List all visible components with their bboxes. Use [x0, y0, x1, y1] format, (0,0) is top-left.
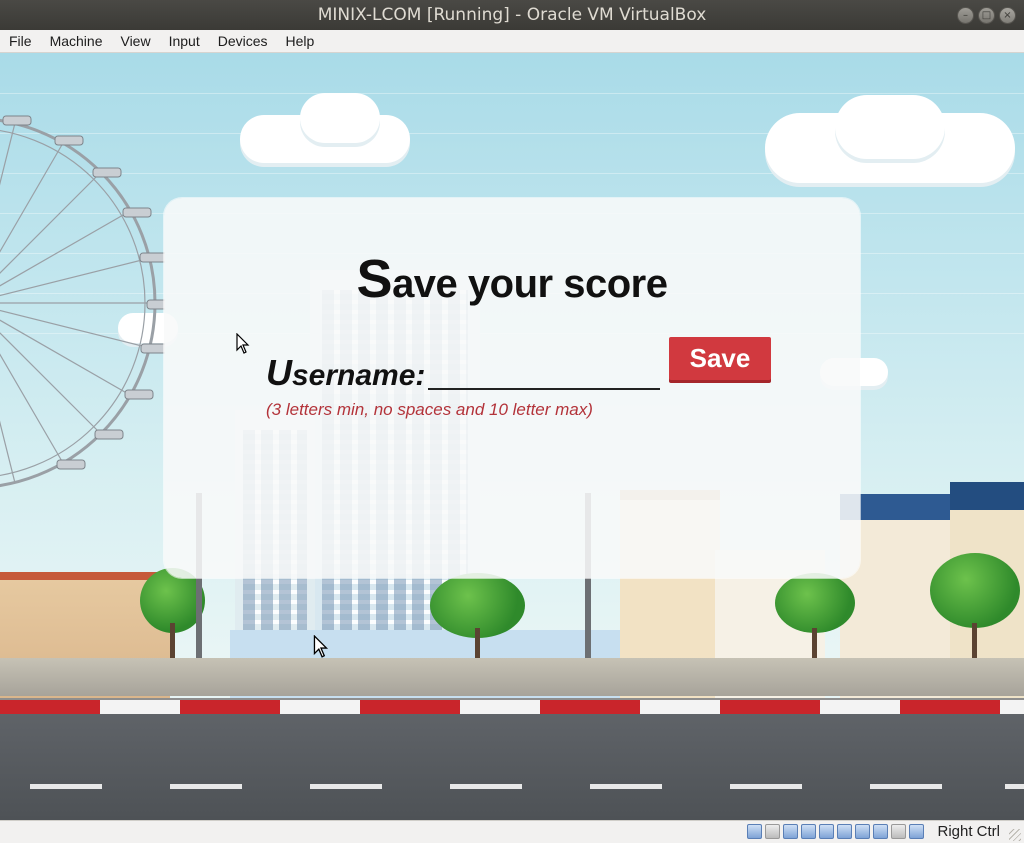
menu-devices[interactable]: Devices: [209, 30, 277, 52]
lane-marking: [730, 784, 802, 789]
shared-folders-icon[interactable]: [837, 824, 852, 839]
usb-icon[interactable]: [819, 824, 834, 839]
tree: [775, 573, 855, 633]
lane-marking: [450, 784, 522, 789]
username-hint: (3 letters min, no spaces and 10 letter …: [266, 400, 593, 419]
dialog-title-text: ave your score: [392, 262, 668, 306]
maximize-icon[interactable]: □: [978, 7, 995, 24]
tree-trunk: [812, 628, 817, 658]
tree: [930, 553, 1020, 628]
username-label-initial: U: [266, 352, 292, 393]
lane-marking: [310, 784, 382, 789]
optical-drive-icon[interactable]: [765, 824, 780, 839]
audio-icon[interactable]: [783, 824, 798, 839]
mouse-integration-icon[interactable]: [909, 824, 924, 839]
mouse-cursor-icon: [236, 333, 250, 354]
lane-marking: [170, 784, 242, 789]
window-title-bar[interactable]: MINIX-LCOM [Running] - Oracle VM Virtual…: [0, 0, 1024, 30]
lane-marking: [870, 784, 942, 789]
cloud-left-top: [300, 93, 380, 143]
mouse-cursor-icon: [313, 635, 329, 658]
close-icon[interactable]: ×: [999, 7, 1016, 24]
menu-file[interactable]: File: [0, 30, 41, 52]
minimize-icon[interactable]: –: [957, 7, 974, 24]
menu-machine[interactable]: Machine: [41, 30, 112, 52]
menu-input[interactable]: Input: [160, 30, 209, 52]
hard-disk-icon[interactable]: [747, 824, 762, 839]
save-button[interactable]: Save: [669, 337, 771, 380]
display-icon[interactable]: [855, 824, 870, 839]
vm-screen[interactable]: Save your score Username: Save (3 letter…: [0, 53, 1024, 820]
tree-trunk: [170, 623, 175, 658]
username-label-text: sername:: [292, 359, 426, 392]
status-bar: Right Ctrl: [0, 820, 1024, 843]
menu-help[interactable]: Help: [277, 30, 324, 52]
network-icon[interactable]: [801, 824, 816, 839]
username-input[interactable]: [428, 356, 660, 390]
lane-marking: [1005, 784, 1024, 789]
tree-trunk: [475, 628, 480, 658]
dialog-title: Save your score: [164, 248, 860, 310]
dialog-title-initial: S: [356, 249, 393, 309]
menu-bar: File Machine View Input Devices Help: [0, 30, 1024, 53]
video-capture-icon[interactable]: [873, 824, 888, 839]
lane-marking: [30, 784, 102, 789]
save-score-dialog: Save your score Username: Save (3 letter…: [164, 198, 860, 578]
ferris-wheel: [0, 115, 165, 488]
window-title: MINIX-LCOM [Running] - Oracle VM Virtual…: [317, 5, 707, 25]
menu-view[interactable]: View: [111, 30, 159, 52]
lane-marking: [590, 784, 662, 789]
host-key-label[interactable]: Right Ctrl: [937, 823, 1000, 840]
sidewalk: [0, 658, 1024, 696]
tree-trunk: [972, 623, 977, 658]
cpu-icon[interactable]: [891, 824, 906, 839]
username-label: Username:: [266, 352, 425, 394]
road: [0, 714, 1024, 820]
cloud-right-top: [835, 95, 945, 159]
resize-grip-icon[interactable]: [1009, 829, 1021, 841]
